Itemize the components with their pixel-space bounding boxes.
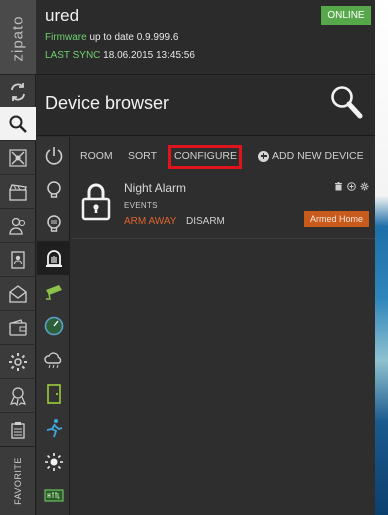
clipboard-button[interactable] [0, 413, 36, 447]
sync-time: 18.06.2015 13:45:56 [100, 50, 195, 61]
gear-icon[interactable] [360, 182, 369, 191]
events-link[interactable]: EVENTS [124, 201, 158, 210]
power-filter[interactable] [37, 139, 70, 173]
lock-icon [81, 183, 111, 221]
arm-away-button[interactable]: ARM AWAY [124, 216, 176, 227]
sync-label: LAST SYNC [45, 50, 101, 61]
light-filter[interactable] [37, 173, 70, 207]
sun-filter[interactable] [37, 445, 70, 479]
alarm-icon [45, 250, 62, 267]
device-browser-bar: Device browser [37, 76, 375, 136]
scenes-button[interactable] [0, 175, 36, 209]
logo: zipato [9, 14, 27, 62]
settings-button[interactable] [0, 345, 36, 379]
status-badge: ONLINE [321, 6, 371, 25]
toolbar: ROOM SORT CONFIGURE ADD NEW DEVICE [71, 137, 375, 175]
wallet-button[interactable] [0, 311, 36, 345]
users-icon [9, 217, 25, 235]
device-list-panel: ROOM SORT CONFIGURE ADD NEW DEVICE Night… [71, 137, 375, 515]
rules-icon [9, 386, 27, 406]
add-new-device-label: ADD NEW DEVICE [272, 150, 364, 162]
bulb-icon [46, 181, 61, 198]
meter-filter[interactable] [37, 309, 70, 343]
desktop-background [375, 0, 388, 515]
bulb-dim-icon [46, 215, 61, 232]
meter-icon [44, 316, 63, 336]
http-filter[interactable] [37, 479, 70, 513]
search-icon[interactable] [329, 84, 363, 120]
network-button[interactable] [0, 141, 36, 175]
favorite-tab[interactable]: FAVORITE [0, 446, 36, 515]
clipboard-icon [11, 421, 25, 439]
trash-icon[interactable] [334, 182, 343, 191]
last-sync: LAST SYNC 18.06.2015 13:45:56 [45, 50, 195, 61]
alarm-state-badge: Armed Home [303, 211, 369, 227]
firmware-label: Firmware [45, 32, 87, 43]
messages-button[interactable] [0, 277, 36, 311]
sort-button[interactable]: SORT [128, 150, 157, 162]
device-card[interactable]: Night Alarm EVENTS ARM AWAY DISARM Armed… [71, 175, 375, 239]
firmware-text: up to date 0.9.999.6 [86, 32, 179, 43]
network-icon [9, 148, 27, 167]
motion-icon [46, 419, 62, 438]
camera-filter[interactable] [37, 275, 70, 309]
sun-icon [44, 453, 63, 471]
door-icon [46, 384, 61, 404]
contacts-icon [11, 250, 25, 269]
messages-icon [9, 284, 27, 303]
device-name[interactable]: Night Alarm [124, 181, 186, 195]
page-title: Device browser [45, 93, 170, 113]
user-name: ured [45, 6, 80, 25]
motion-filter[interactable] [37, 411, 70, 445]
device-type-nav [37, 137, 70, 515]
rules-button[interactable] [0, 379, 36, 413]
contacts-button[interactable] [0, 243, 36, 277]
dimmer-filter[interactable] [37, 207, 70, 241]
sync-icon [11, 82, 25, 101]
door-filter[interactable] [37, 377, 70, 411]
firmware-status: Firmware up to date 0.9.999.6 [45, 32, 178, 43]
http-icon [43, 489, 64, 502]
add-new-device-button[interactable]: ADD NEW DEVICE [258, 150, 364, 162]
add-icon [258, 150, 269, 162]
header: ured ONLINE Firmware up to date 0.9.999.… [37, 0, 375, 75]
sync-button[interactable] [0, 75, 36, 109]
wallet-icon [9, 318, 27, 336]
room-filter-button[interactable]: ROOM [80, 150, 113, 162]
search-icon [9, 115, 27, 133]
scenes-icon [9, 183, 27, 201]
weather-filter[interactable] [37, 343, 70, 377]
alarm-filter[interactable] [37, 241, 70, 275]
users-button[interactable] [0, 209, 36, 243]
camera-icon [45, 285, 62, 300]
search-nav-button[interactable] [0, 107, 36, 141]
configure-highlight-box [168, 145, 242, 169]
add-circle-icon[interactable] [347, 182, 356, 191]
settings-icon [9, 352, 27, 371]
power-icon [45, 147, 62, 165]
favorite-label: FAVORITE [13, 457, 23, 505]
main-nav: zipato FAVORITE [0, 0, 36, 515]
logo-tile[interactable]: zipato [0, 0, 36, 75]
weather-icon [43, 352, 61, 369]
device-actions [334, 182, 369, 191]
disarm-button[interactable]: DISARM [186, 216, 225, 227]
